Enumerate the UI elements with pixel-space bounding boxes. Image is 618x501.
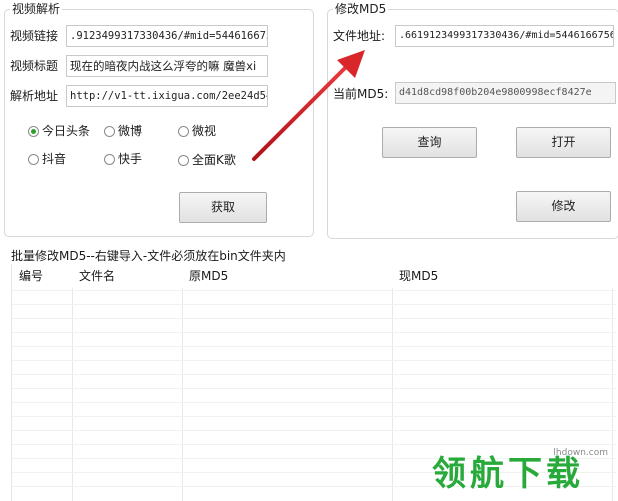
column-divider: [182, 288, 183, 501]
column-header-original-md5: 原MD5: [189, 269, 229, 283]
row-line: [12, 402, 616, 403]
column-divider: [392, 288, 393, 501]
lhdown-watermark: lhdown.com 领航下载: [412, 440, 618, 501]
column-header-current-md5: 现MD5: [399, 269, 439, 283]
row-line: [12, 388, 616, 389]
batch-title: 批量修改MD5--右键导入-文件必须放在bin文件夹内: [11, 249, 286, 263]
table-header: 编号 文件名 原MD5 现MD5: [12, 269, 616, 287]
row-line: [12, 318, 616, 319]
column-header-filename: 文件名: [79, 269, 116, 283]
row-line: [12, 304, 616, 305]
column-divider: [72, 288, 73, 501]
row-line: [12, 416, 616, 417]
watermark-brand: 领航下载: [432, 454, 584, 494]
column-header-number: 编号: [19, 269, 44, 283]
row-line: [12, 346, 616, 347]
row-line: [12, 360, 616, 361]
row-line: [12, 374, 616, 375]
row-line: [12, 430, 616, 431]
row-line: [12, 290, 616, 291]
row-line: [12, 332, 616, 333]
